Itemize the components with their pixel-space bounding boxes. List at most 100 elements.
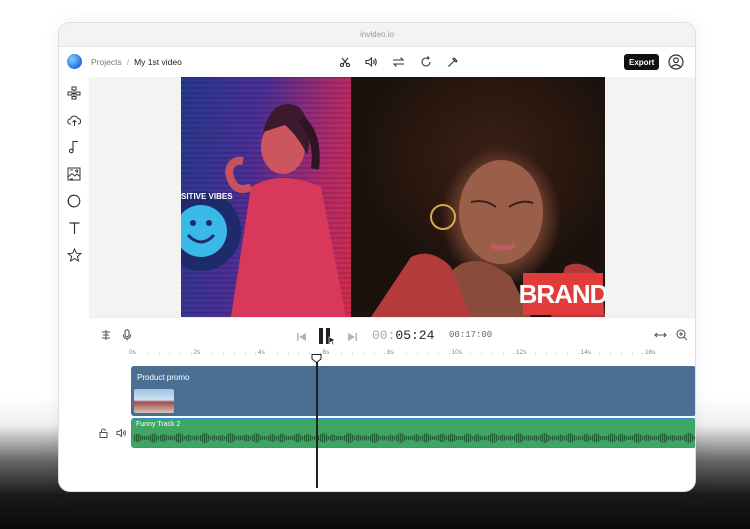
ruler-label: 4s (258, 349, 265, 356)
waveform-bar (442, 433, 444, 443)
waveform-bar (618, 435, 620, 441)
waveform-bar (550, 436, 552, 440)
waveform-bar (624, 435, 626, 441)
waveform-bar (230, 433, 232, 443)
waveform-bar (194, 435, 196, 441)
waveform-bar (582, 435, 584, 441)
playhead-line[interactable] (316, 358, 318, 488)
waveform-bar (206, 433, 208, 443)
waveform-bar (466, 433, 468, 443)
waveform-bar (634, 434, 636, 442)
waveform-bar (508, 435, 510, 441)
waveform-bar (306, 434, 308, 442)
waveform-bar (418, 434, 420, 442)
left-sidebar (59, 77, 89, 317)
track-volume-icon[interactable] (115, 426, 128, 439)
ruler-tick (556, 353, 558, 354)
waveform-bar (140, 434, 142, 442)
video-track-thumbnail (134, 389, 174, 413)
star-icon[interactable] (66, 247, 82, 263)
waveform-bar (554, 435, 556, 441)
waveform-bar (344, 435, 346, 441)
microphone-icon[interactable] (120, 328, 133, 341)
layout-icon[interactable] (66, 85, 82, 101)
ruler-tick (276, 353, 278, 354)
audio-track[interactable]: Funny Track 2 (131, 418, 695, 448)
ruler-label: 2s (193, 349, 201, 356)
ruler-tick (384, 353, 386, 354)
magic-wand-icon[interactable] (445, 54, 460, 69)
waveform-bar (458, 436, 460, 440)
waveform-bar (632, 435, 634, 441)
waveform-bar (188, 434, 190, 442)
waveform-bar (390, 434, 392, 442)
waveform-bar (174, 435, 176, 441)
video-preview[interactable]: POSITIVE VIBES BRAND (181, 77, 605, 317)
waveform-bar (212, 435, 214, 441)
ruler-tick (373, 353, 375, 354)
waveform-bar (566, 434, 568, 442)
waveform-bar (648, 434, 650, 442)
waveform-bar (362, 436, 364, 440)
rotate-icon[interactable] (418, 54, 433, 69)
waveform-bar (388, 435, 390, 441)
current-time-prefix: 00: (372, 328, 396, 343)
timeline-ruler[interactable]: 0s 2s 4s 6s 8s 10s 12s 14s 16s (129, 349, 691, 363)
waveform-bar (266, 436, 268, 440)
waveform-bar (672, 435, 674, 441)
image-icon[interactable] (66, 166, 82, 182)
waveform-bar (198, 436, 200, 440)
waveform-bar (356, 435, 358, 441)
waveform-bar (246, 434, 248, 442)
ruler-tick (481, 353, 482, 354)
playhead-handle[interactable] (311, 354, 322, 363)
invideo-logo-icon[interactable] (67, 54, 82, 69)
music-icon[interactable] (66, 139, 82, 155)
volume-icon[interactable] (364, 54, 379, 69)
waveform-bar (592, 434, 594, 442)
ruler-tick (438, 353, 439, 354)
brand-overlay[interactable]: BRAND (519, 273, 605, 315)
text-icon[interactable] (66, 220, 82, 236)
ruler-tick (287, 353, 289, 354)
waveform-bar (610, 433, 612, 443)
account-avatar-icon[interactable] (668, 54, 684, 70)
lock-icon[interactable] (97, 426, 110, 439)
waveform-bar (686, 433, 688, 443)
waveform-bar (494, 433, 496, 443)
ruler-tick (491, 353, 493, 354)
swap-icon[interactable] (391, 54, 406, 69)
ruler-tick (620, 353, 622, 354)
pause-button-icon[interactable] (316, 326, 338, 348)
sticker-icon[interactable] (66, 193, 82, 209)
zoom-in-icon[interactable] (675, 328, 688, 341)
waveform-bar (328, 436, 330, 440)
skip-back-icon[interactable] (295, 331, 308, 344)
ruler-tick (255, 353, 257, 354)
upload-icon[interactable] (66, 112, 82, 128)
waveform-bar (586, 434, 588, 442)
waveform-bar (378, 434, 380, 442)
waveform-bar (348, 433, 350, 443)
waveform-bar (692, 434, 694, 442)
video-track[interactable]: Product promo (131, 366, 695, 416)
waveform-bar (354, 436, 356, 440)
fit-width-icon[interactable] (654, 328, 667, 341)
waveform-bar (416, 434, 418, 442)
align-icon[interactable] (99, 328, 112, 341)
waveform-bar (684, 435, 686, 441)
ruler-tick (448, 353, 450, 354)
export-button[interactable]: Export (624, 54, 660, 70)
scissors-icon[interactable] (337, 54, 352, 69)
ruler-tick (610, 353, 611, 354)
waveform-bar (288, 436, 290, 440)
ruler-tick (212, 353, 214, 354)
url-text[interactable]: invideo.io (360, 30, 394, 39)
breadcrumb-projects[interactable]: Projects (91, 57, 122, 67)
waveform-bar (254, 433, 256, 443)
skip-forward-icon[interactable] (346, 331, 359, 344)
waveform-bar (536, 435, 538, 441)
waveform-bar (148, 435, 150, 441)
waveform-bar (414, 434, 416, 442)
breadcrumb-video-title[interactable]: My 1st video (134, 57, 182, 67)
